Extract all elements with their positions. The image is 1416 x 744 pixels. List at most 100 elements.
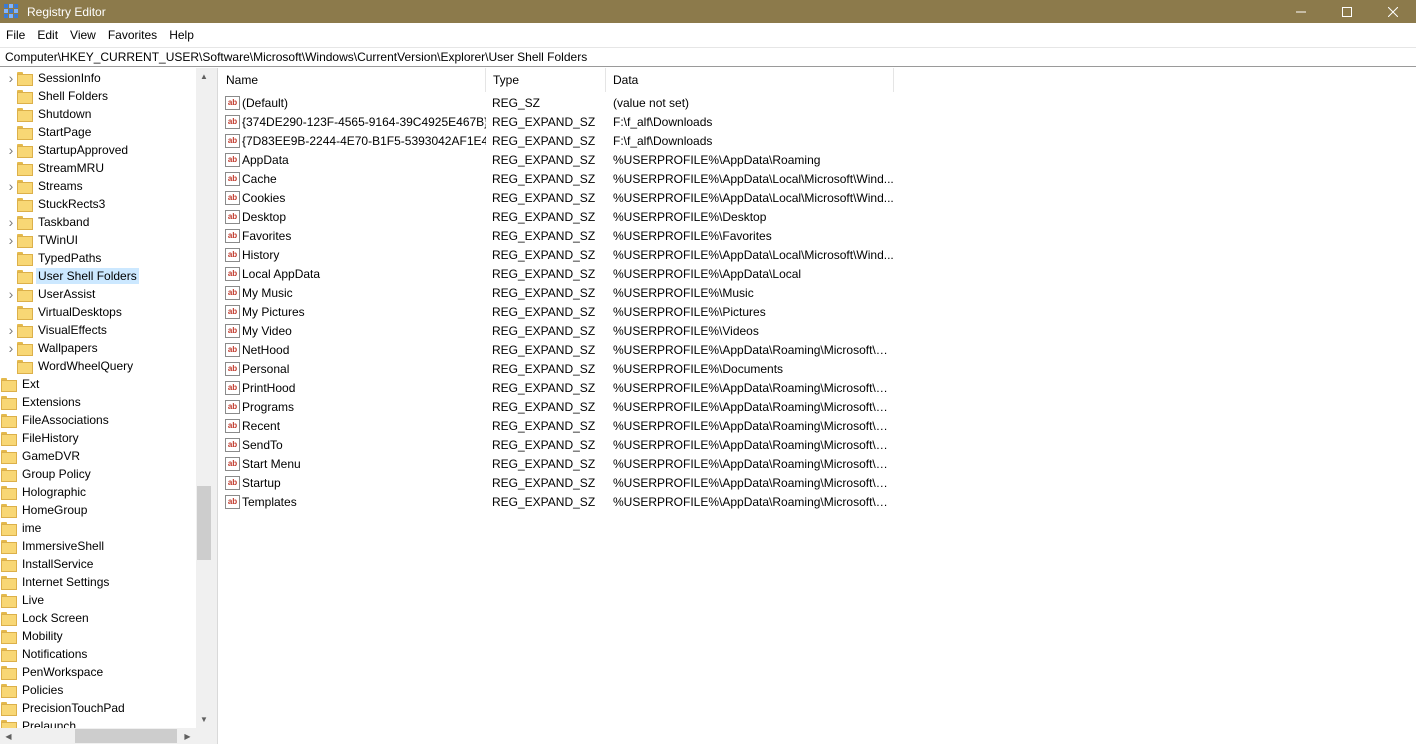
value-data: %USERPROFILE%\AppData\Local\Microsoft\Wi… <box>613 247 894 262</box>
scroll-thumb-horizontal[interactable] <box>75 729 177 743</box>
chevron-right-icon[interactable]: › <box>6 141 16 159</box>
value-name: Favorites <box>242 228 292 243</box>
menu-edit[interactable]: Edit <box>31 24 64 46</box>
tree-item[interactable]: › Taskband <box>6 213 91 231</box>
value-data: %USERPROFILE%\Pictures <box>613 304 766 319</box>
tree-item[interactable]: StartPage <box>6 123 93 141</box>
value-row[interactable]: ab Cookies REG_EXPAND_SZ %USERPROFILE%\AppD… <box>219 188 894 207</box>
tree-item[interactable]: › UserAssist <box>6 285 97 303</box>
value-row[interactable]: ab {374DE290-123F-4565-9164-39C4925E467B}… <box>219 112 894 131</box>
title-bar[interactable]: Registry Editor <box>0 0 1416 23</box>
close-button[interactable] <box>1370 0 1416 23</box>
value-row[interactable]: ab Desktop REG_EXPAND_SZ %USERPROFILE%\Desk… <box>219 207 894 226</box>
tree-item[interactable]: Holographic <box>0 483 88 501</box>
tree-item[interactable]: WordWheelQuery <box>6 357 135 375</box>
address-bar[interactable]: Computer\HKEY_CURRENT_USER\Software\Micr… <box>0 47 1416 67</box>
value-row[interactable]: ab PrintHood REG_EXPAND_SZ %USERPROFILE%\Ap… <box>219 378 894 397</box>
column-header-type[interactable]: Type <box>486 68 606 92</box>
value-row[interactable]: ab My Music REG_EXPAND_SZ %USERPROFILE%\Mus… <box>219 283 894 302</box>
menu-favorites[interactable]: Favorites <box>102 24 163 46</box>
value-row[interactable]: ab Templates REG_EXPAND_SZ %USERPROFILE%\Ap… <box>219 492 894 511</box>
tree-item-label: Taskband <box>38 215 90 229</box>
tree-item[interactable]: Mobility <box>0 627 65 645</box>
value-row[interactable]: ab Recent REG_EXPAND_SZ %USERPROFILE%\AppDa… <box>219 416 894 435</box>
column-header-data[interactable]: Data <box>606 68 894 92</box>
key-tree[interactable]: › SessionInfo Shell Folders Shutdown StartPa… <box>0 68 212 744</box>
value-row[interactable]: ab NetHood REG_EXPAND_SZ %USERPROFILE%\AppD… <box>219 340 894 359</box>
tree-item[interactable]: User Shell Folders <box>6 267 139 285</box>
maximize-button[interactable] <box>1324 0 1370 23</box>
pane-splitter[interactable] <box>212 68 218 744</box>
scroll-left-icon[interactable]: ◀ <box>0 728 17 744</box>
scroll-down-icon[interactable]: ▼ <box>196 711 212 728</box>
tree-item[interactable]: Group Policy <box>0 465 93 483</box>
tree-item[interactable]: › Streams <box>6 177 85 195</box>
tree-item[interactable]: TypedPaths <box>6 249 103 267</box>
chevron-right-icon[interactable]: › <box>6 213 16 231</box>
value-row[interactable]: ab AppData REG_EXPAND_SZ %USERPROFILE%\AppD… <box>219 150 894 169</box>
tree-item[interactable]: › VisualEffects <box>6 321 109 339</box>
tree-item[interactable]: ImmersiveShell <box>0 537 106 555</box>
tree-item[interactable]: StreamMRU <box>6 159 106 177</box>
tree-item[interactable]: Extensions <box>0 393 83 411</box>
tree-item[interactable]: Policies <box>0 681 65 699</box>
tree-item[interactable]: HomeGroup <box>0 501 89 519</box>
tree-item[interactable]: Lock Screen <box>0 609 91 627</box>
chevron-right-icon[interactable]: › <box>6 339 16 357</box>
tree-vertical-scrollbar[interactable]: ▲ ▼ <box>196 68 212 728</box>
tree-item[interactable]: FileAssociations <box>0 411 111 429</box>
value-row[interactable]: ab My Pictures REG_EXPAND_SZ %USERPROFILE%\… <box>219 302 894 321</box>
scroll-thumb[interactable] <box>197 486 211 560</box>
tree-item[interactable]: Shell Folders <box>6 87 110 105</box>
value-row[interactable]: ab Cache REG_EXPAND_SZ %USERPROFILE%\AppDat… <box>219 169 894 188</box>
tree-horizontal-scrollbar[interactable]: ◀ ▶ <box>0 728 196 744</box>
tree-item[interactable]: InstallService <box>0 555 95 573</box>
folder-icon <box>0 593 17 608</box>
tree-item[interactable]: Shutdown <box>6 105 93 123</box>
menu-help[interactable]: Help <box>163 24 200 46</box>
tree-item[interactable]: › TWinUI <box>6 231 80 249</box>
tree-line <box>6 357 16 375</box>
value-row[interactable]: ab {7D83EE9B-2244-4E70-B1F5-5393042AF1E4}… <box>219 131 894 150</box>
chevron-right-icon[interactable]: › <box>6 321 16 339</box>
tree-item[interactable]: › Wallpapers <box>6 339 100 357</box>
scroll-right-icon[interactable]: ▶ <box>179 728 196 744</box>
tree-item[interactable]: Internet Settings <box>0 573 111 591</box>
value-row[interactable]: ab Programs REG_EXPAND_SZ %USERPROFILE%\App… <box>219 397 894 416</box>
chevron-right-icon[interactable]: › <box>6 69 16 87</box>
value-data: F:\f_alf\Downloads <box>613 114 713 129</box>
value-row[interactable]: ab Startup REG_EXPAND_SZ %USERPROFILE%\AppD… <box>219 473 894 492</box>
value-row[interactable]: ab Favorites REG_EXPAND_SZ %USERPROFILE%\Fa… <box>219 226 894 245</box>
minimize-button[interactable] <box>1278 0 1324 23</box>
values-list[interactable]: Name Type Data ab (Default) REG_SZ (value n… <box>219 68 1416 744</box>
tree-item[interactable]: StuckRects3 <box>6 195 107 213</box>
value-name-cell: ab NetHood <box>219 342 486 357</box>
column-header-name[interactable]: Name <box>219 68 486 92</box>
value-row[interactable]: ab History REG_EXPAND_SZ %USERPROFILE%\AppD… <box>219 245 894 264</box>
folder-icon <box>16 323 33 338</box>
chevron-right-icon[interactable]: › <box>6 177 16 195</box>
tree-item[interactable]: › SessionInfo <box>6 69 103 87</box>
tree-item[interactable]: FileHistory <box>0 429 81 447</box>
tree-item[interactable]: Notifications <box>0 645 89 663</box>
value-row[interactable]: ab Start Menu REG_EXPAND_SZ %USERPROFILE%\A… <box>219 454 894 473</box>
scroll-up-icon[interactable]: ▲ <box>196 68 212 85</box>
tree-item[interactable]: Ext <box>0 375 41 393</box>
value-row[interactable]: ab (Default) REG_SZ (value not set) <box>219 93 894 112</box>
value-row[interactable]: ab Personal REG_EXPAND_SZ %USERPROFILE%\Doc… <box>219 359 894 378</box>
tree-item[interactable]: PenWorkspace <box>0 663 105 681</box>
chevron-right-icon[interactable]: › <box>6 231 16 249</box>
tree-item[interactable]: Live <box>0 591 46 609</box>
value-name-cell: ab History <box>219 247 486 262</box>
tree-item[interactable]: GameDVR <box>0 447 82 465</box>
value-row[interactable]: ab My Video REG_EXPAND_SZ %USERPROFILE%\Vid… <box>219 321 894 340</box>
tree-item[interactable]: PrecisionTouchPad <box>0 699 127 717</box>
value-row[interactable]: ab SendTo REG_EXPAND_SZ %USERPROFILE%\AppDa… <box>219 435 894 454</box>
menu-view[interactable]: View <box>64 24 102 46</box>
tree-item[interactable]: VirtualDesktops <box>6 303 124 321</box>
chevron-right-icon[interactable]: › <box>6 285 16 303</box>
tree-item[interactable]: › StartupApproved <box>6 141 130 159</box>
tree-item[interactable]: ime <box>0 519 43 537</box>
value-row[interactable]: ab Local AppData REG_EXPAND_SZ %USERPROFILE… <box>219 264 894 283</box>
menu-file[interactable]: File <box>0 24 31 46</box>
